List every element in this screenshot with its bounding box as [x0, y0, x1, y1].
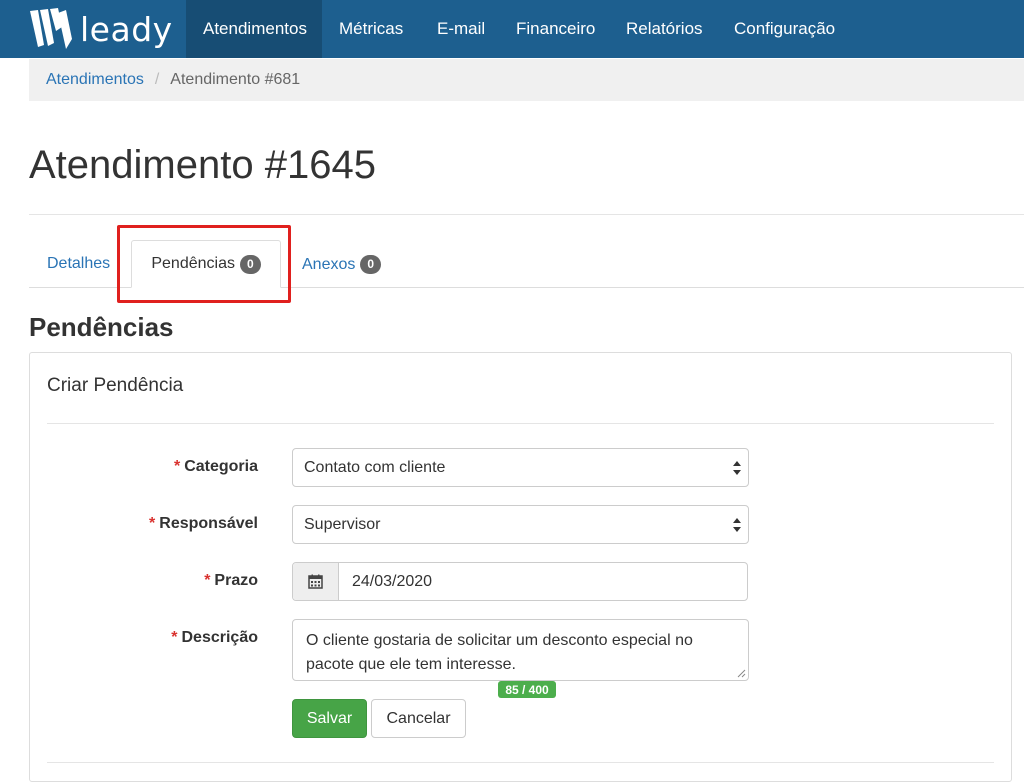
responsavel-select[interactable]: Supervisor — [292, 505, 749, 544]
breadcrumb-current: Atendimento #681 — [170, 71, 301, 88]
leady-logo-icon — [30, 8, 72, 49]
brand[interactable]: leady — [28, 6, 173, 52]
responsavel-label: * Responsável — [38, 515, 258, 533]
prazo-label-text: Prazo — [214, 572, 258, 589]
required-mark: * — [149, 515, 156, 532]
tab-label: Anexos — [302, 255, 356, 273]
descricao-label: * Descrição — [38, 629, 258, 647]
cancel-button[interactable]: Cancelar — [371, 699, 466, 738]
breadcrumb-link-atendimentos[interactable]: Atendimentos — [46, 71, 144, 89]
tab-anexos[interactable]: Anexos 0 — [302, 255, 382, 274]
required-mark: * — [171, 629, 178, 646]
top-navbar: leady Atendimentos Métricas E-mail Finan… — [0, 0, 1024, 58]
categoria-label-text: Categoria — [184, 458, 258, 475]
breadcrumb-separator: / — [154, 71, 160, 88]
save-button[interactable]: Salvar — [292, 699, 367, 738]
nav-item-configuracao[interactable]: Configuração — [717, 0, 852, 58]
nav-item-atendimentos[interactable]: Atendimentos — [186, 0, 322, 58]
prazo-input[interactable]: 24/03/2020 — [339, 563, 432, 600]
categoria-value: Contato com cliente — [304, 458, 446, 476]
highlight-box — [117, 225, 291, 303]
panel-title: Criar Pendência — [47, 375, 184, 396]
page-title: Atendimento #1645 — [29, 143, 376, 187]
calendar-button[interactable] — [293, 563, 339, 600]
calendar-icon — [308, 574, 323, 589]
select-arrows-icon — [733, 518, 741, 532]
nav-item-financeiro[interactable]: Financeiro — [499, 0, 612, 58]
breadcrumb: Atendimentos / Atendimento #681 — [29, 59, 1024, 101]
tab-detalhes[interactable]: Detalhes — [47, 255, 110, 273]
brand-name: leady — [80, 9, 173, 49]
title-divider — [29, 214, 1024, 215]
categoria-label: * Categoria — [38, 458, 258, 476]
descricao-textarea[interactable]: O cliente gostaria de solicitar um desco… — [292, 619, 749, 681]
resize-handle-icon[interactable] — [737, 669, 746, 678]
count-badge: 0 — [360, 255, 382, 274]
panel-divider — [47, 423, 994, 424]
select-arrows-icon — [733, 461, 741, 475]
prazo-label: * Prazo — [38, 572, 258, 590]
panel-footer-divider — [47, 762, 994, 763]
responsavel-label-text: Responsável — [159, 515, 258, 532]
required-mark: * — [173, 458, 181, 475]
descricao-label-text: Descrição — [181, 629, 259, 646]
tab-label: Detalhes — [47, 255, 111, 272]
nav-item-relatorios[interactable]: Relatórios — [609, 0, 720, 58]
categoria-select[interactable]: Contato com cliente — [292, 448, 749, 487]
section-title: Pendências — [29, 312, 174, 342]
prazo-date-field[interactable]: 24/03/2020 — [292, 562, 748, 601]
descricao-value: O cliente gostaria de solicitar um desco… — [306, 632, 693, 673]
nav-item-email[interactable]: E-mail — [420, 0, 502, 58]
nav-item-metricas[interactable]: Métricas — [322, 0, 420, 58]
character-counter-badge: 85 / 400 — [498, 681, 556, 698]
responsavel-value: Supervisor — [304, 515, 381, 533]
required-mark: * — [204, 572, 211, 589]
